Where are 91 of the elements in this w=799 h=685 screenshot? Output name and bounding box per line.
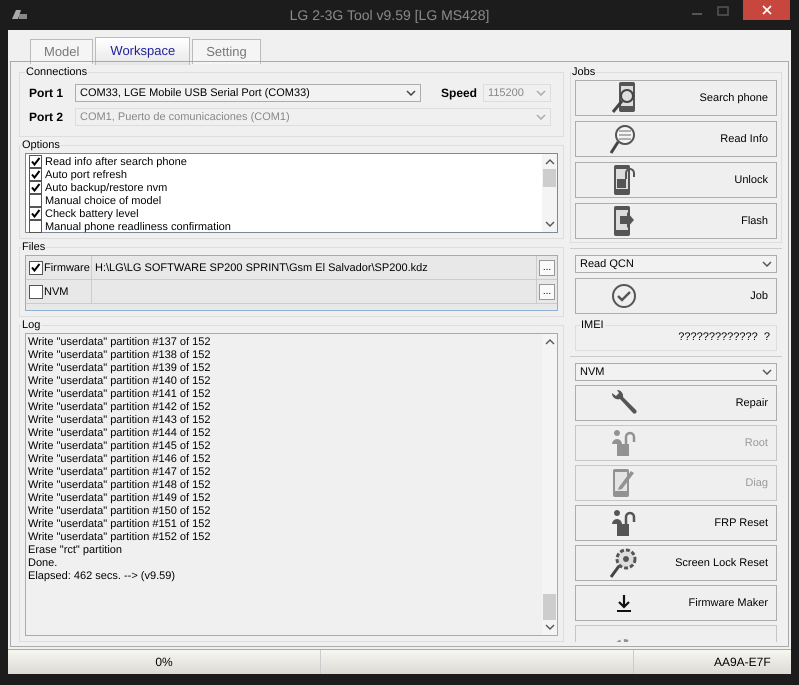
log-line: Write "userdata" partition #146 of 152 — [28, 453, 212, 466]
speed-label: Speed — [441, 86, 478, 100]
log-line: Write "userdata" partition #139 of 152 — [28, 362, 212, 375]
browse-button[interactable]: ... — [539, 284, 555, 300]
phone-pen-icon — [611, 467, 637, 499]
qcn-dropdown[interactable]: Read QCN — [575, 255, 777, 273]
checkbox[interactable] — [29, 207, 42, 220]
window-title: LG 2-3G Tool v9.59 [LG MS428] — [290, 7, 490, 23]
app-icon — [10, 8, 28, 20]
status-code: AA9A-E7F — [714, 655, 771, 669]
file-label: NVM — [44, 286, 68, 298]
caret-icon — [406, 90, 416, 96]
port-label: Port 2 — [29, 110, 64, 124]
scroll-up-icon[interactable] — [544, 159, 554, 165]
log-line: Write "userdata" partition #143 of 152 — [28, 414, 212, 427]
gear-magnifier-icon — [609, 546, 639, 580]
group-title: Options — [21, 139, 61, 151]
nvm-dropdown[interactable]: NVM — [575, 363, 777, 381]
port-label: Port 1 — [29, 86, 64, 100]
checkbox[interactable] — [29, 194, 42, 207]
scroll-thumb[interactable] — [543, 594, 556, 620]
caret-icon — [762, 261, 772, 267]
log-line: Done. — [28, 557, 58, 570]
log-line: Write "userdata" partition #142 of 152 — [28, 401, 212, 414]
log-line: Write "userdata" partition #147 of 152 — [28, 466, 212, 479]
log-line: Write "userdata" partition #144 of 152 — [28, 427, 212, 440]
file-label: Firmware — [44, 262, 90, 274]
job-button[interactable]: FRP Reset — [575, 505, 777, 541]
checkbox[interactable] — [29, 181, 42, 194]
checkbox[interactable] — [29, 155, 42, 168]
browse-button[interactable]: ... — [539, 260, 555, 276]
log-line: Write "userdata" partition #151 of 152 — [28, 518, 212, 531]
group-title: Connections — [25, 66, 88, 78]
log-line: Write "userdata" partition #140 of 152 — [28, 375, 212, 388]
job-button[interactable]: Search phone — [575, 80, 777, 116]
scroll-up-icon[interactable] — [544, 339, 554, 345]
person-padlock-icon — [611, 508, 637, 538]
download-icon — [615, 593, 633, 613]
checkbox[interactable] — [29, 284, 43, 298]
person-padlock-icon — [611, 428, 637, 458]
job-button[interactable]: Unlock — [575, 162, 777, 198]
phone-magnifier-icon — [611, 81, 637, 115]
tab[interactable]: Setting — [192, 39, 261, 64]
option-label: Manual choice of model — [45, 194, 162, 206]
log-line: Write "userdata" partition #141 of 152 — [28, 388, 212, 401]
group-title: Jobs — [571, 66, 596, 78]
file-path: H:\LG\LG SOFTWARE SP200 SPRINT\Gsm El Salvador\SP200.kdz — [95, 262, 428, 274]
job-button[interactable]: Repair — [575, 385, 777, 421]
imei-label: IMEI — [580, 319, 605, 331]
checkbox[interactable] — [29, 220, 42, 233]
scrollbar[interactable] — [542, 334, 557, 635]
checkbox[interactable] — [29, 168, 42, 181]
group-title: Files — [21, 241, 46, 253]
log-line: Write "userdata" partition #138 of 152 — [28, 349, 212, 362]
log-line: Write "userdata" partition #150 of 152 — [28, 505, 212, 518]
job-button[interactable]: Flash — [575, 203, 777, 239]
log-line: Write "userdata" partition #148 of 152 — [28, 479, 212, 492]
caret-icon — [536, 90, 546, 96]
job-button[interactable]: Job — [575, 278, 777, 314]
option-label: Auto port refresh — [45, 168, 127, 180]
scroll-down-icon[interactable] — [544, 221, 554, 227]
phone-arrow-icon — [612, 204, 636, 238]
scroll-thumb[interactable] — [543, 169, 556, 187]
close-icon — [762, 5, 772, 15]
log-line: Write "userdata" partition #145 of 152 — [28, 440, 212, 453]
caret-icon — [762, 369, 772, 375]
close-button[interactable] — [743, 0, 790, 20]
option-label: Auto backup/restore nvm — [45, 182, 168, 194]
caret-icon — [536, 114, 546, 120]
tab[interactable]: Workspace — [95, 37, 190, 65]
scrollbar[interactable] — [542, 154, 557, 232]
scroll-down-icon[interactable] — [544, 624, 554, 630]
imei-value: ????????????? ? — [678, 331, 770, 343]
option-label: Read info after search phone — [45, 156, 187, 168]
phone-padlock-icon — [612, 163, 636, 197]
job-button[interactable]: Firmware Maker — [575, 585, 777, 621]
check-icon — [611, 283, 637, 309]
option-label: Manual phone readliness confirmation — [45, 220, 231, 232]
group-title: Log — [21, 319, 42, 331]
log-line: Erase "rct" partition — [28, 544, 124, 557]
job-button[interactable]: Read Info — [575, 121, 777, 157]
checkbox[interactable] — [29, 260, 43, 274]
progress-label: 0% — [155, 655, 173, 669]
log-line: Write "userdata" partition #137 of 152 — [28, 336, 212, 349]
port-dropdown[interactable]: COM33, LGE Mobile USB Serial Port (COM33) — [75, 84, 421, 102]
tab[interactable]: Model — [30, 39, 94, 64]
option-label: Check battery level — [45, 208, 139, 220]
log-line: Elapsed: 462 secs. --> (v9.59) — [28, 570, 176, 583]
log-line: Write "userdata" partition #152 of 152 — [28, 531, 212, 544]
job-button[interactable]: Screen Lock Reset — [575, 545, 777, 581]
log-line: Write "userdata" partition #149 of 152 — [28, 492, 212, 505]
